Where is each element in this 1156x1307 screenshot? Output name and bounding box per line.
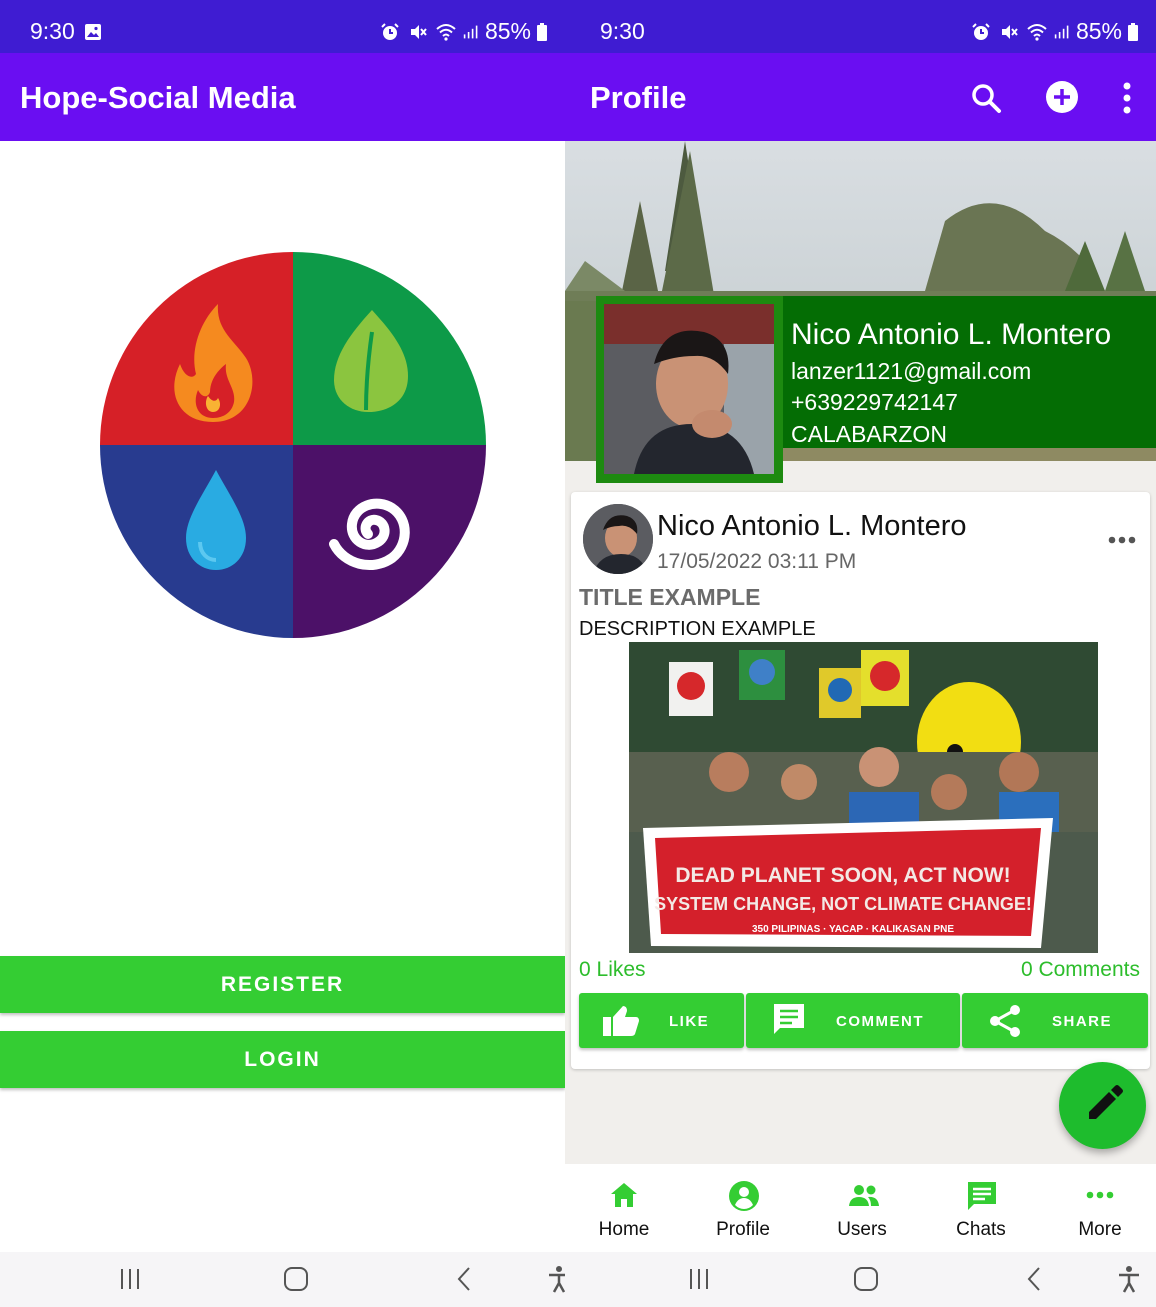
register-button[interactable]: REGISTER — [0, 956, 565, 1013]
comments-count[interactable]: 0 Comments — [1021, 958, 1140, 982]
home-system-icon[interactable] — [851, 1264, 881, 1294]
status-time: 9:30 — [600, 18, 645, 44]
system-nav-bar — [0, 1252, 565, 1307]
likes-count[interactable]: 0 Likes — [579, 958, 646, 982]
post-description: DESCRIPTION EXAMPLE — [579, 618, 816, 640]
thumb-up-icon — [603, 1006, 639, 1036]
nav-label-users: Users — [837, 1219, 887, 1240]
post-author-avatar[interactable] — [583, 504, 653, 574]
chat-icon — [968, 1182, 996, 1210]
search-icon[interactable] — [970, 82, 1002, 114]
profile-avatar-frame — [596, 296, 783, 483]
status-icons: 85% — [379, 18, 547, 45]
nav-item-chats[interactable]: Chats — [922, 1164, 1040, 1252]
profile-name: Nico Antonio L. Montero — [791, 318, 1112, 351]
battery-icon — [537, 22, 547, 41]
banner-line-2: SYSTEM CHANGE, NOT CLIMATE CHANGE! — [654, 894, 1032, 914]
alarm-icon — [972, 22, 990, 40]
add-circle-icon[interactable] — [1045, 80, 1079, 114]
comment-label: COMMENT — [836, 1013, 924, 1030]
recent-apps-icon[interactable] — [115, 1264, 145, 1294]
app-bar: Hope-Social Media — [0, 53, 565, 141]
page-title: Profile — [590, 80, 687, 115]
nav-label-profile: Profile — [716, 1219, 770, 1240]
nav-label-chats: Chats — [956, 1219, 1006, 1240]
profile-region: CALABARZON — [791, 421, 947, 447]
more-vert-icon[interactable] — [1120, 81, 1134, 115]
nav-item-profile[interactable]: Profile — [684, 1164, 802, 1252]
share-icon — [990, 1005, 1020, 1037]
elements-logo — [100, 252, 486, 638]
status-icons: 85% — [970, 18, 1138, 45]
system-nav-bar — [565, 1252, 1156, 1307]
home-icon — [611, 1183, 637, 1207]
post-image[interactable]: DEAD PLANET SOON, ACT NOW! SYSTEM CHANGE… — [629, 642, 1098, 953]
account-circle-icon — [729, 1181, 759, 1211]
nav-item-more[interactable]: More — [1041, 1164, 1156, 1252]
banner-line-1: DEAD PLANET SOON, ACT NOW! — [675, 864, 1010, 887]
accessibility-icon[interactable] — [1114, 1264, 1144, 1294]
app-bar: Profile — [565, 53, 1156, 141]
home-system-icon[interactable] — [281, 1264, 311, 1294]
battery-percent: 85% — [1075, 18, 1122, 44]
post-title: TITLE EXAMPLE — [579, 584, 761, 610]
nav-item-users[interactable]: Users — [803, 1164, 921, 1252]
signal-icon — [1054, 25, 1069, 38]
wifi-icon — [436, 23, 456, 41]
recent-apps-icon[interactable] — [684, 1264, 714, 1294]
login-button[interactable]: LOGIN — [0, 1031, 565, 1088]
signal-icon — [463, 25, 478, 38]
post-more-icon[interactable] — [1108, 536, 1136, 544]
welcome-screen: 9:30 85% Hope-Social Media REGISTER LOGI… — [0, 0, 565, 1307]
nav-item-home[interactable]: Home — [565, 1164, 683, 1252]
share-button[interactable]: SHARE — [962, 993, 1148, 1048]
profile-avatar[interactable] — [604, 304, 774, 474]
mute-icon — [1001, 24, 1018, 39]
back-icon[interactable] — [450, 1264, 480, 1294]
accessibility-icon[interactable] — [544, 1264, 565, 1294]
share-label: SHARE — [1052, 1013, 1113, 1030]
status-bar: 9:30 85% — [0, 0, 565, 53]
profile-info-band: Nico Antonio L. Montero lanzer1121@gmail… — [780, 296, 1156, 448]
app-title: Hope-Social Media — [20, 80, 296, 115]
comment-icon — [774, 1004, 804, 1034]
comment-button[interactable]: COMMENT — [746, 993, 960, 1048]
post-timestamp: 17/05/2022 03:11 PM — [657, 550, 857, 573]
new-post-fab[interactable] — [1059, 1062, 1146, 1149]
post-card: Nico Antonio L. Montero 17/05/2022 03:11… — [571, 492, 1150, 1069]
profile-phone: +639229742147 — [791, 389, 958, 415]
nav-label-home: Home — [598, 1219, 650, 1240]
more-horiz-icon — [1086, 1191, 1114, 1199]
wifi-icon — [1027, 23, 1047, 41]
profile-screen: 9:30 85% Profile Nico Antonio L. Montero… — [565, 0, 1156, 1307]
post-author-name[interactable]: Nico Antonio L. Montero — [657, 510, 967, 543]
banner-footer: 350 PILIPINAS · YACAP · KALIKASAN PNE — [752, 924, 954, 935]
status-time: 9:30 — [30, 18, 75, 44]
status-bar: 9:30 85% — [565, 0, 1156, 53]
nav-label-more: More — [1078, 1219, 1122, 1240]
like-button[interactable]: LIKE — [579, 993, 744, 1048]
bottom-nav: Home Profile Users Chats More — [565, 1164, 1156, 1252]
battery-icon — [1128, 22, 1138, 41]
profile-email: lanzer1121@gmail.com — [791, 358, 1032, 384]
back-icon[interactable] — [1020, 1264, 1050, 1294]
users-icon — [849, 1185, 879, 1206]
like-label: LIKE — [669, 1013, 710, 1030]
edit-pencil-icon — [1089, 1085, 1123, 1119]
mute-icon — [410, 24, 427, 39]
battery-percent: 85% — [484, 18, 531, 44]
alarm-icon — [381, 22, 399, 40]
gallery-notification-icon — [85, 24, 101, 40]
